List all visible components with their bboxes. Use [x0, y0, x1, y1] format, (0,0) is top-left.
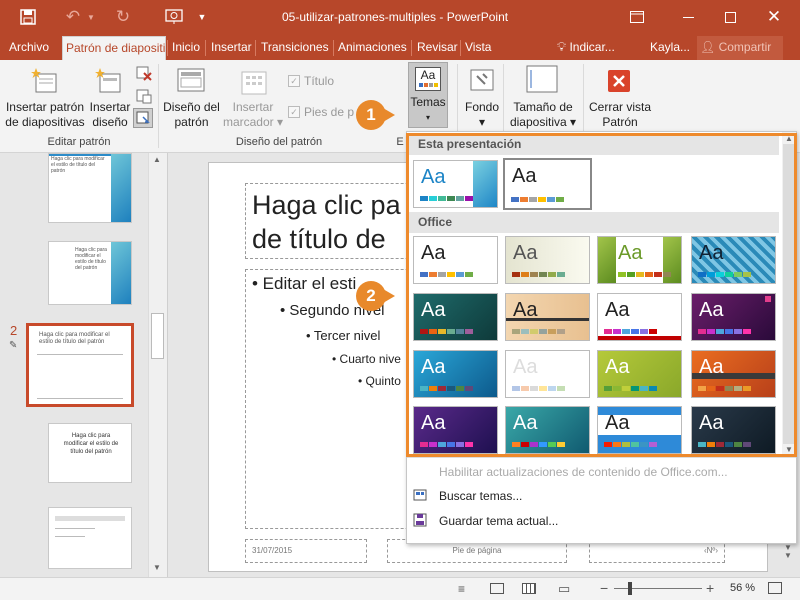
save-icon[interactable]	[16, 0, 40, 34]
insert-slide-master-button[interactable]: Insertar patrón de diapositivas	[4, 100, 86, 130]
group-master-layout-label: Diseño del patrón	[235, 136, 323, 148]
delete-slide-icon[interactable]	[136, 65, 152, 84]
scroll-thumb[interactable]	[151, 313, 164, 359]
thumbnail-layout-selected[interactable]: Haga clic para modificar el estilo de tí…	[26, 323, 134, 407]
footers-checkbox[interactable]: ✓ Pies de p	[288, 105, 354, 119]
title-bar: ↶ ▼ ↻ ▼ 05-utilizar-patrones-multiples -…	[0, 0, 800, 36]
title-checkbox[interactable]: ✓ Título	[288, 74, 334, 88]
sorter-view-icon[interactable]	[522, 583, 536, 594]
callout-2: 2	[356, 281, 395, 311]
fit-to-window-icon[interactable]	[768, 582, 782, 594]
themes-button[interactable]: Aa Temas ▾	[408, 62, 448, 128]
normal-view-icon[interactable]	[490, 583, 504, 594]
date-placeholder[interactable]: 31/07/2015	[245, 539, 367, 563]
share-button[interactable]: 👤︎ Compartir	[697, 36, 783, 60]
insert-layout-button[interactable]: Insertar diseño	[88, 100, 132, 130]
ribbon-display-icon[interactable]	[627, 0, 647, 34]
save-theme-icon	[413, 513, 429, 530]
undo-icon[interactable]: ↶	[62, 0, 84, 34]
thumbnail-scrollbar[interactable]: ▲ ▼	[148, 153, 167, 577]
close-icon[interactable]: ✕	[762, 0, 786, 34]
tab-insertar[interactable]: Insertar	[208, 36, 255, 60]
group-edit-theme-label: E	[396, 136, 404, 148]
redo-icon[interactable]: ↻	[112, 0, 134, 34]
tab-animaciones[interactable]: Animaciones	[335, 36, 410, 60]
thumbnail-layout-5[interactable]	[48, 507, 132, 569]
master-layout-icon	[176, 67, 206, 98]
close-master-view-button[interactable]: Cerrar vista Patrón	[587, 100, 653, 130]
undo-dropdown-icon[interactable]: ▼	[86, 0, 96, 34]
tab-patron-diapositivas[interactable]: Patrón de diapositi	[62, 36, 166, 60]
thumbnail-layout-4[interactable]: Haga clic para modificar el estilo de tí…	[48, 423, 132, 483]
browse-themes-icon	[413, 488, 429, 505]
zoom-level[interactable]: 56 %	[730, 582, 755, 594]
insert-layout-icon	[94, 66, 124, 99]
person-icon: 👤︎	[700, 40, 716, 54]
save-current-theme-item[interactable]: Guardar tema actual...	[439, 514, 558, 528]
document-title: 05-utilizar-patrones-multiples - PowerPo…	[282, 10, 509, 24]
thumbnail-layout-1[interactable]: Haga clic para modificar el estilo de tí…	[48, 153, 132, 223]
ribbon-tabs: Archivo Patrón de diapositi Inicio Inser…	[0, 36, 800, 60]
enable-office-updates-item: Habilitar actualizaciones de contenido d…	[439, 465, 728, 479]
background-styles-icon	[469, 68, 495, 97]
callout-1: 1	[356, 100, 395, 130]
group-edit-master-label: Editar patrón	[47, 136, 111, 148]
insert-placeholder-icon	[240, 70, 268, 99]
tab-inicio[interactable]: Inicio	[169, 36, 203, 60]
user-name[interactable]: Kayla...	[647, 36, 693, 60]
close-master-view-icon	[607, 69, 631, 96]
checkbox-title-check: ✓	[288, 75, 300, 87]
maximize-icon[interactable]	[718, 0, 742, 34]
thumbnail-number: 2	[10, 323, 18, 338]
browse-themes-item[interactable]: Buscar temas...	[439, 489, 522, 503]
tab-transiciones[interactable]: Transiciones	[258, 36, 332, 60]
master-layout-button[interactable]: Diseño del patrón	[163, 100, 220, 130]
scroll-down-icon[interactable]: ▼	[153, 563, 161, 572]
customize-toolbar-icon[interactable]: ▼	[196, 0, 208, 34]
lightbulb-icon: 💡︎	[557, 39, 567, 54]
pin-icon: ✎	[9, 340, 18, 351]
zoom-slider-thumb[interactable]	[628, 582, 632, 595]
start-presentation-icon[interactable]	[162, 0, 186, 34]
slide-size-icon	[525, 64, 561, 99]
tab-archivo[interactable]: Archivo	[6, 36, 52, 60]
minimize-icon[interactable]	[676, 0, 700, 34]
slide-size-button[interactable]: Tamaño de diapositiva ▾	[506, 100, 580, 130]
reading-view-icon[interactable]: ▭	[558, 581, 570, 597]
slide-thumbnail-pane[interactable]: Haga clic para modificar el estilo de tí…	[0, 153, 168, 577]
zoom-in-icon[interactable]: +	[706, 580, 714, 596]
rename-icon[interactable]	[136, 88, 152, 107]
preserve-icon[interactable]	[133, 108, 153, 128]
background-button[interactable]: Fondo ▾	[462, 100, 502, 130]
status-bar: ≡ ▭ − + 56 %	[0, 577, 800, 600]
tab-revisar[interactable]: Revisar	[414, 36, 461, 60]
insert-slide-master-icon	[30, 66, 60, 99]
scroll-up-icon[interactable]: ▲	[153, 155, 161, 164]
thumbnail-layout-2[interactable]: Haga clic para modificar el estilo de tí…	[48, 241, 132, 305]
insert-placeholder-button[interactable]: Insertar marcador ▾	[222, 100, 284, 130]
checkbox-footers-check: ✓	[288, 106, 300, 118]
zoom-out-icon[interactable]: −	[600, 580, 608, 596]
notes-view-icon[interactable]: ≡	[458, 582, 465, 596]
themes-icon: Aa	[415, 67, 441, 91]
editor-scroll-down-icon[interactable]: ▼ ▼	[784, 544, 792, 560]
highlight-frame	[406, 133, 797, 457]
tab-vista[interactable]: Vista	[462, 36, 494, 60]
tell-me-search[interactable]: 💡︎ Indicar...	[554, 36, 618, 60]
